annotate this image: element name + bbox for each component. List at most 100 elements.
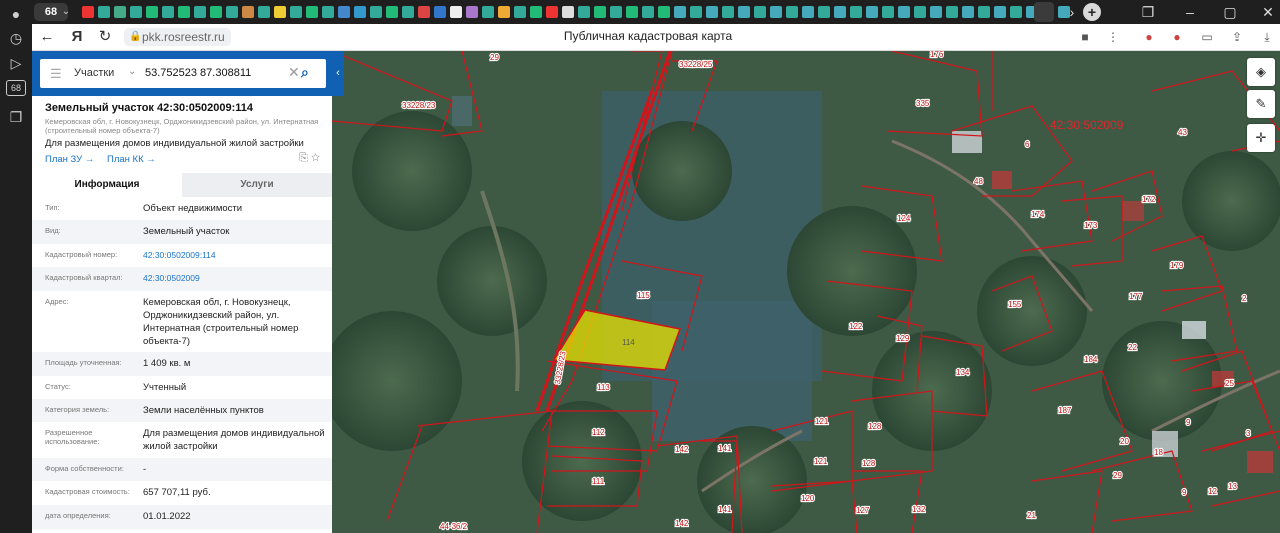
tab-favicon[interactable] (546, 6, 558, 18)
tab-favicon[interactable] (114, 6, 126, 18)
tab-favicon[interactable] (850, 6, 862, 18)
tab-favicon[interactable] (674, 6, 686, 18)
tab-favicon[interactable] (178, 6, 190, 18)
more-icon[interactable]: ⋮ (1104, 28, 1122, 46)
close-icon[interactable]: ✕ (1258, 2, 1278, 22)
tab-favicon[interactable] (802, 6, 814, 18)
tab-favicon[interactable] (914, 6, 926, 18)
star-icon[interactable]: ☆ (311, 152, 320, 164)
parcel-label: 128 (862, 459, 876, 468)
tab-favicon[interactable] (258, 6, 270, 18)
downloads-icon[interactable]: ⤓ (1258, 28, 1276, 46)
active-tab[interactable] (1034, 2, 1054, 22)
clear-icon[interactable]: ✕ (288, 64, 300, 81)
maximize-icon[interactable]: ▢ (1220, 2, 1240, 22)
tab-favicon[interactable] (706, 6, 718, 18)
tab-favicon[interactable] (306, 6, 318, 18)
tab-favicon[interactable] (450, 6, 462, 18)
tab-favicon[interactable] (274, 6, 286, 18)
tab-favicon[interactable] (738, 6, 750, 18)
tab-favicon[interactable] (722, 6, 734, 18)
menu-icon[interactable]: ☰ (50, 66, 62, 82)
tab-favicon[interactable] (434, 6, 446, 18)
ruler-icon[interactable]: ✎ (1247, 90, 1275, 118)
tab-services[interactable]: Услуги (182, 173, 332, 197)
map-canvas[interactable]: 114 42:30:502009 29 33228/25 176 335 332… (332, 51, 1280, 533)
tab-favicon[interactable] (658, 6, 670, 18)
tab-favicon[interactable] (466, 6, 478, 18)
tab-info[interactable]: Информация (32, 173, 182, 197)
tab-favicon[interactable] (386, 6, 398, 18)
tab-favicon[interactable] (578, 6, 590, 18)
locate-icon[interactable]: ✛ (1247, 124, 1275, 152)
tab-favicon[interactable] (418, 6, 430, 18)
cadastral-number-link[interactable]: 42:30:0502009:114 (143, 249, 328, 262)
tab-favicon[interactable] (962, 6, 974, 18)
plan-zu-link[interactable]: План ЗУ → (45, 154, 94, 165)
tab-favicon[interactable] (562, 6, 574, 18)
tab-favicon[interactable] (290, 6, 302, 18)
tab-favicon[interactable] (146, 6, 158, 18)
battery-icon[interactable]: ▭ (1198, 28, 1216, 46)
tab-favicon[interactable] (498, 6, 510, 18)
tab-favicon[interactable] (242, 6, 254, 18)
chevron-down-icon[interactable]: ⌄ (128, 66, 136, 77)
collections-icon[interactable]: ❐ (6, 107, 26, 127)
tab-favicon[interactable] (98, 6, 110, 18)
tab-favicon[interactable] (626, 6, 638, 18)
chevron-right-icon[interactable]: › (1062, 2, 1082, 22)
tab-favicon[interactable] (402, 6, 414, 18)
tab-favicon[interactable] (610, 6, 622, 18)
tab-favicon[interactable] (322, 6, 334, 18)
play-icon[interactable]: ▷ (6, 53, 26, 73)
tab-favicon[interactable] (770, 6, 782, 18)
search-icon[interactable]: ⌕ (301, 64, 309, 81)
profile-icon[interactable]: ● (6, 4, 26, 24)
tab-favicon[interactable] (642, 6, 654, 18)
tab-favicon[interactable] (866, 6, 878, 18)
tab-favicon[interactable] (594, 6, 606, 18)
tab-favicon[interactable] (82, 6, 94, 18)
tab-favicon[interactable] (130, 6, 142, 18)
tab-favicon[interactable] (898, 6, 910, 18)
tab-favicon[interactable] (754, 6, 766, 18)
collapse-panel-button[interactable]: ‹ (332, 51, 344, 96)
tab-favicon[interactable] (370, 6, 382, 18)
tab-favicon[interactable] (210, 6, 222, 18)
report-icon[interactable]: ⎘ (299, 152, 308, 164)
tab-favicon[interactable] (338, 6, 350, 18)
tab-favicon[interactable] (226, 6, 238, 18)
share-icon[interactable]: ⇪ (1228, 28, 1246, 46)
tab-favicon[interactable] (946, 6, 958, 18)
chevron-down-icon[interactable]: ⌄ (58, 3, 74, 21)
tab-favicon[interactable] (978, 6, 990, 18)
tab-favicon[interactable] (786, 6, 798, 18)
extension-icon[interactable]: ● (1140, 28, 1158, 46)
tab-favicon[interactable] (194, 6, 206, 18)
tab-favicon[interactable] (482, 6, 494, 18)
bookmark-icon[interactable]: ■ (1076, 28, 1094, 46)
tab-favicon[interactable] (818, 6, 830, 18)
tab-favicon[interactable] (994, 6, 1006, 18)
tab-favicon[interactable] (1010, 6, 1022, 18)
search-type-select[interactable]: Участки (74, 67, 114, 79)
history-icon[interactable]: ◷ (6, 28, 26, 48)
search-input[interactable]: 53.752523 87.308811 (145, 67, 251, 79)
tab-favicon[interactable] (882, 6, 894, 18)
layers-icon[interactable]: ◈ (1247, 58, 1275, 86)
new-tab-button[interactable]: + (1083, 3, 1101, 21)
tab-favicon[interactable] (530, 6, 542, 18)
extension-icon[interactable]: ● (1168, 28, 1186, 46)
minimize-icon[interactable]: – (1180, 2, 1200, 22)
window-tabs-icon[interactable]: ❐ (1138, 2, 1158, 22)
cadastral-map[interactable]: 114 42:30:502009 29 33228/25 176 335 332… (332, 51, 1280, 533)
tab-favicon[interactable] (162, 6, 174, 18)
plan-kk-link[interactable]: План КК → (107, 154, 156, 165)
tab-favicon[interactable] (690, 6, 702, 18)
tab-favicon[interactable] (834, 6, 846, 18)
cadastral-quarter-link[interactable]: 42:30:0502009 (143, 272, 328, 285)
tab-favicon[interactable] (354, 6, 366, 18)
tab-favicon[interactable] (930, 6, 942, 18)
tab-favicon[interactable] (514, 6, 526, 18)
tab-counter-icon[interactable]: 68 (6, 80, 26, 96)
